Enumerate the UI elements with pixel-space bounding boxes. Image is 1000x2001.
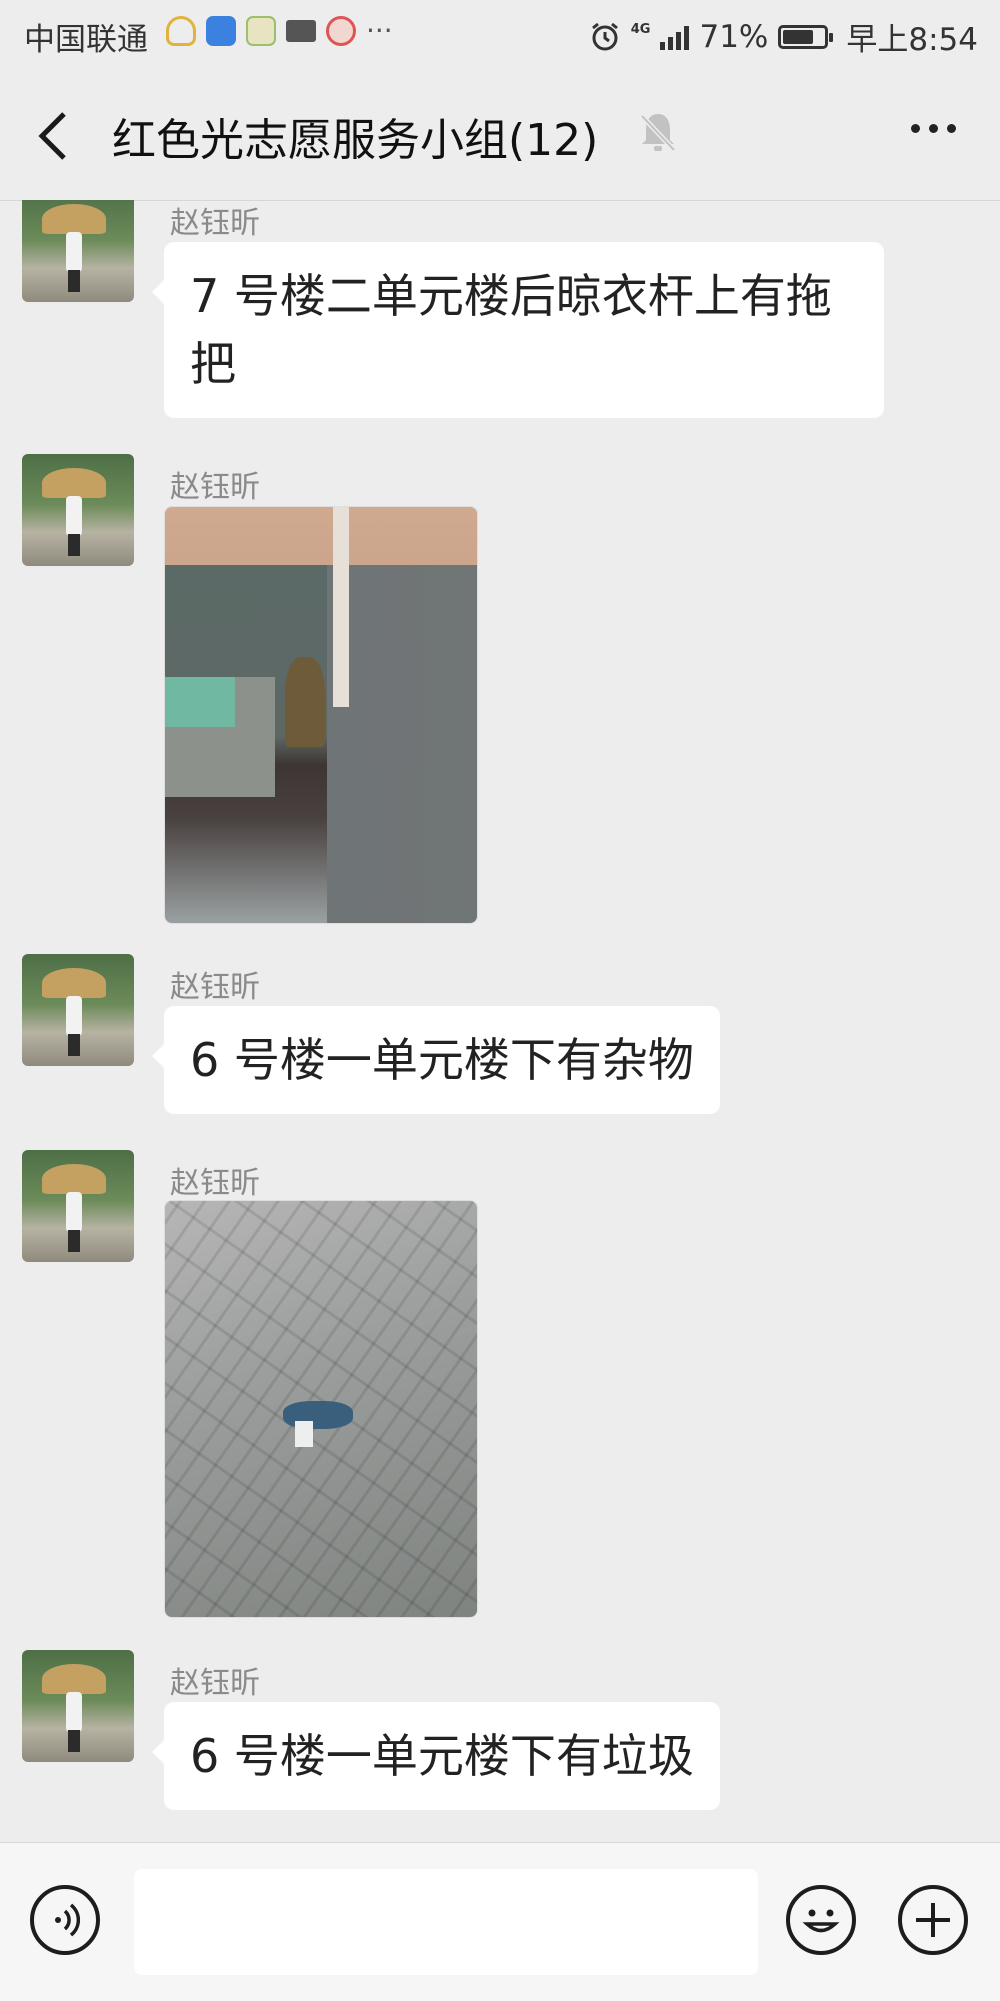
avatar[interactable] <box>22 954 134 1066</box>
avatar[interactable] <box>22 200 134 302</box>
smiley-icon <box>802 1909 840 1933</box>
clock: 早上8:54 <box>846 22 978 58</box>
avatar[interactable] <box>22 454 134 566</box>
alarm-icon <box>591 22 618 50</box>
dot-icon <box>911 124 920 133</box>
sender-name: 赵钰昕 <box>170 206 260 241</box>
back-button[interactable] <box>30 108 80 164</box>
sender-name: 赵钰昕 <box>170 970 260 1005</box>
mute-bell-icon <box>640 114 676 152</box>
avatar[interactable] <box>22 1650 134 1762</box>
input-bar <box>0 1842 1000 2001</box>
message-bubble[interactable]: 6 号楼一单元楼下有垃圾 <box>152 1702 720 1810</box>
sender-name: 赵钰昕 <box>170 1166 260 1201</box>
sender-name: 赵钰昕 <box>170 470 260 505</box>
app-notification-icon <box>206 15 236 46</box>
chat-header: 红色光志愿服务小组(12) <box>0 68 1000 201</box>
battery-percent: 71% <box>699 18 769 55</box>
message-bubble[interactable]: 6 号楼一单元楼下有杂物 <box>152 1006 720 1114</box>
signal-icon <box>660 24 690 50</box>
voice-icon <box>55 1903 81 1937</box>
image-message[interactable] <box>164 1200 478 1618</box>
sender-name: 赵钰昕 <box>170 1666 260 1701</box>
app-notification-icon <box>246 15 276 46</box>
dot-icon <box>947 124 956 133</box>
voice-input-button[interactable] <box>30 1885 100 1955</box>
chevron-left-icon <box>38 112 66 160</box>
network-type-label: 4G <box>630 22 651 37</box>
more-options-button[interactable] <box>911 124 956 133</box>
message-bubble[interactable]: 7 号楼二单元楼后晾衣杆上有拖把 <box>152 242 884 418</box>
avatar[interactable] <box>22 1150 134 1262</box>
mail-icon <box>286 19 316 42</box>
battery-icon <box>778 24 834 49</box>
message-list[interactable]: 赵钰昕 7 号楼二单元楼后晾衣杆上有拖把 赵钰昕 赵钰昕 6 号楼一单元楼下有杂… <box>0 200 1000 1842</box>
plus-icon <box>916 1903 950 1937</box>
carrier-label: 中国联通 <box>24 22 148 58</box>
more-notifications-icon: ··· <box>366 14 393 47</box>
chat-title: 红色光志愿服务小组(12) <box>112 115 599 166</box>
message-input[interactable] <box>134 1869 758 1975</box>
emoji-button[interactable] <box>786 1885 856 1955</box>
status-bar: 中国联通 ··· 4G 71% 早上8:54 <box>0 0 1000 68</box>
notification-icons: ··· <box>166 14 393 47</box>
app-notification-icon <box>166 15 196 46</box>
dot-icon <box>929 124 938 133</box>
more-functions-button[interactable] <box>898 1885 968 1955</box>
image-message[interactable] <box>164 506 478 924</box>
app-notification-icon <box>326 15 356 46</box>
